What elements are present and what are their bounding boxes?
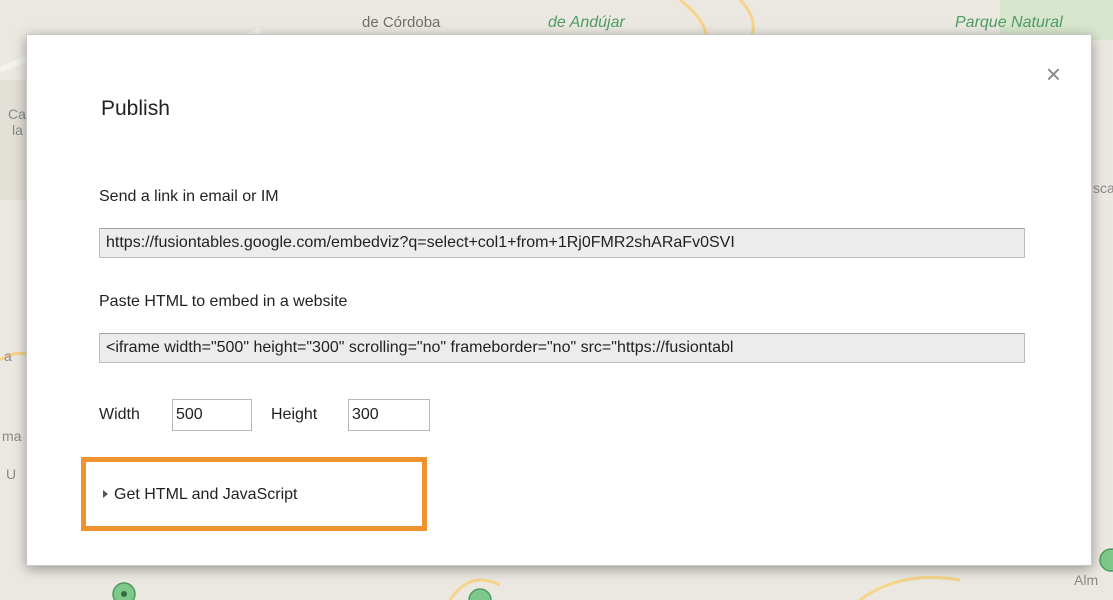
- share-link-field[interactable]: https://fusiontables.google.com/embedviz…: [99, 228, 1025, 258]
- close-icon[interactable]: ×: [1046, 61, 1061, 87]
- get-html-javascript-link[interactable]: Get HTML and JavaScript: [103, 486, 297, 504]
- map-place-label: sca: [1093, 180, 1113, 196]
- link-section-label: Send a link in email or IM: [99, 188, 279, 205]
- embed-section-label: Paste HTML to embed in a website: [99, 293, 348, 310]
- map-marker-icon[interactable]: [1093, 540, 1113, 580]
- width-label: Width: [99, 406, 140, 423]
- map-place-label: de Córdoba: [362, 14, 441, 31]
- map-place-label: a: [4, 348, 12, 364]
- map-place-label: Ca: [8, 106, 26, 122]
- map-marker-icon[interactable]: [108, 578, 140, 600]
- width-input[interactable]: [172, 399, 252, 431]
- dialog-title: Publish: [101, 97, 170, 120]
- map-place-label: de Andújar: [548, 14, 625, 31]
- height-label: Height: [271, 406, 318, 423]
- publish-dialog: × Publish Send a link in email or IM htt…: [26, 34, 1092, 566]
- expand-triangle-icon: [103, 490, 108, 498]
- map-place-label: la: [12, 122, 23, 138]
- map-marker-icon[interactable]: [464, 584, 496, 600]
- height-input[interactable]: [348, 399, 430, 431]
- embed-code-field[interactable]: <iframe width="500" height="300" scrolli…: [99, 333, 1025, 363]
- map-place-label: U: [6, 466, 17, 482]
- get-html-javascript-label: Get HTML and JavaScript: [114, 486, 298, 503]
- map-place-label: ma: [2, 428, 22, 444]
- map-park-label: Parque Natural: [955, 14, 1063, 31]
